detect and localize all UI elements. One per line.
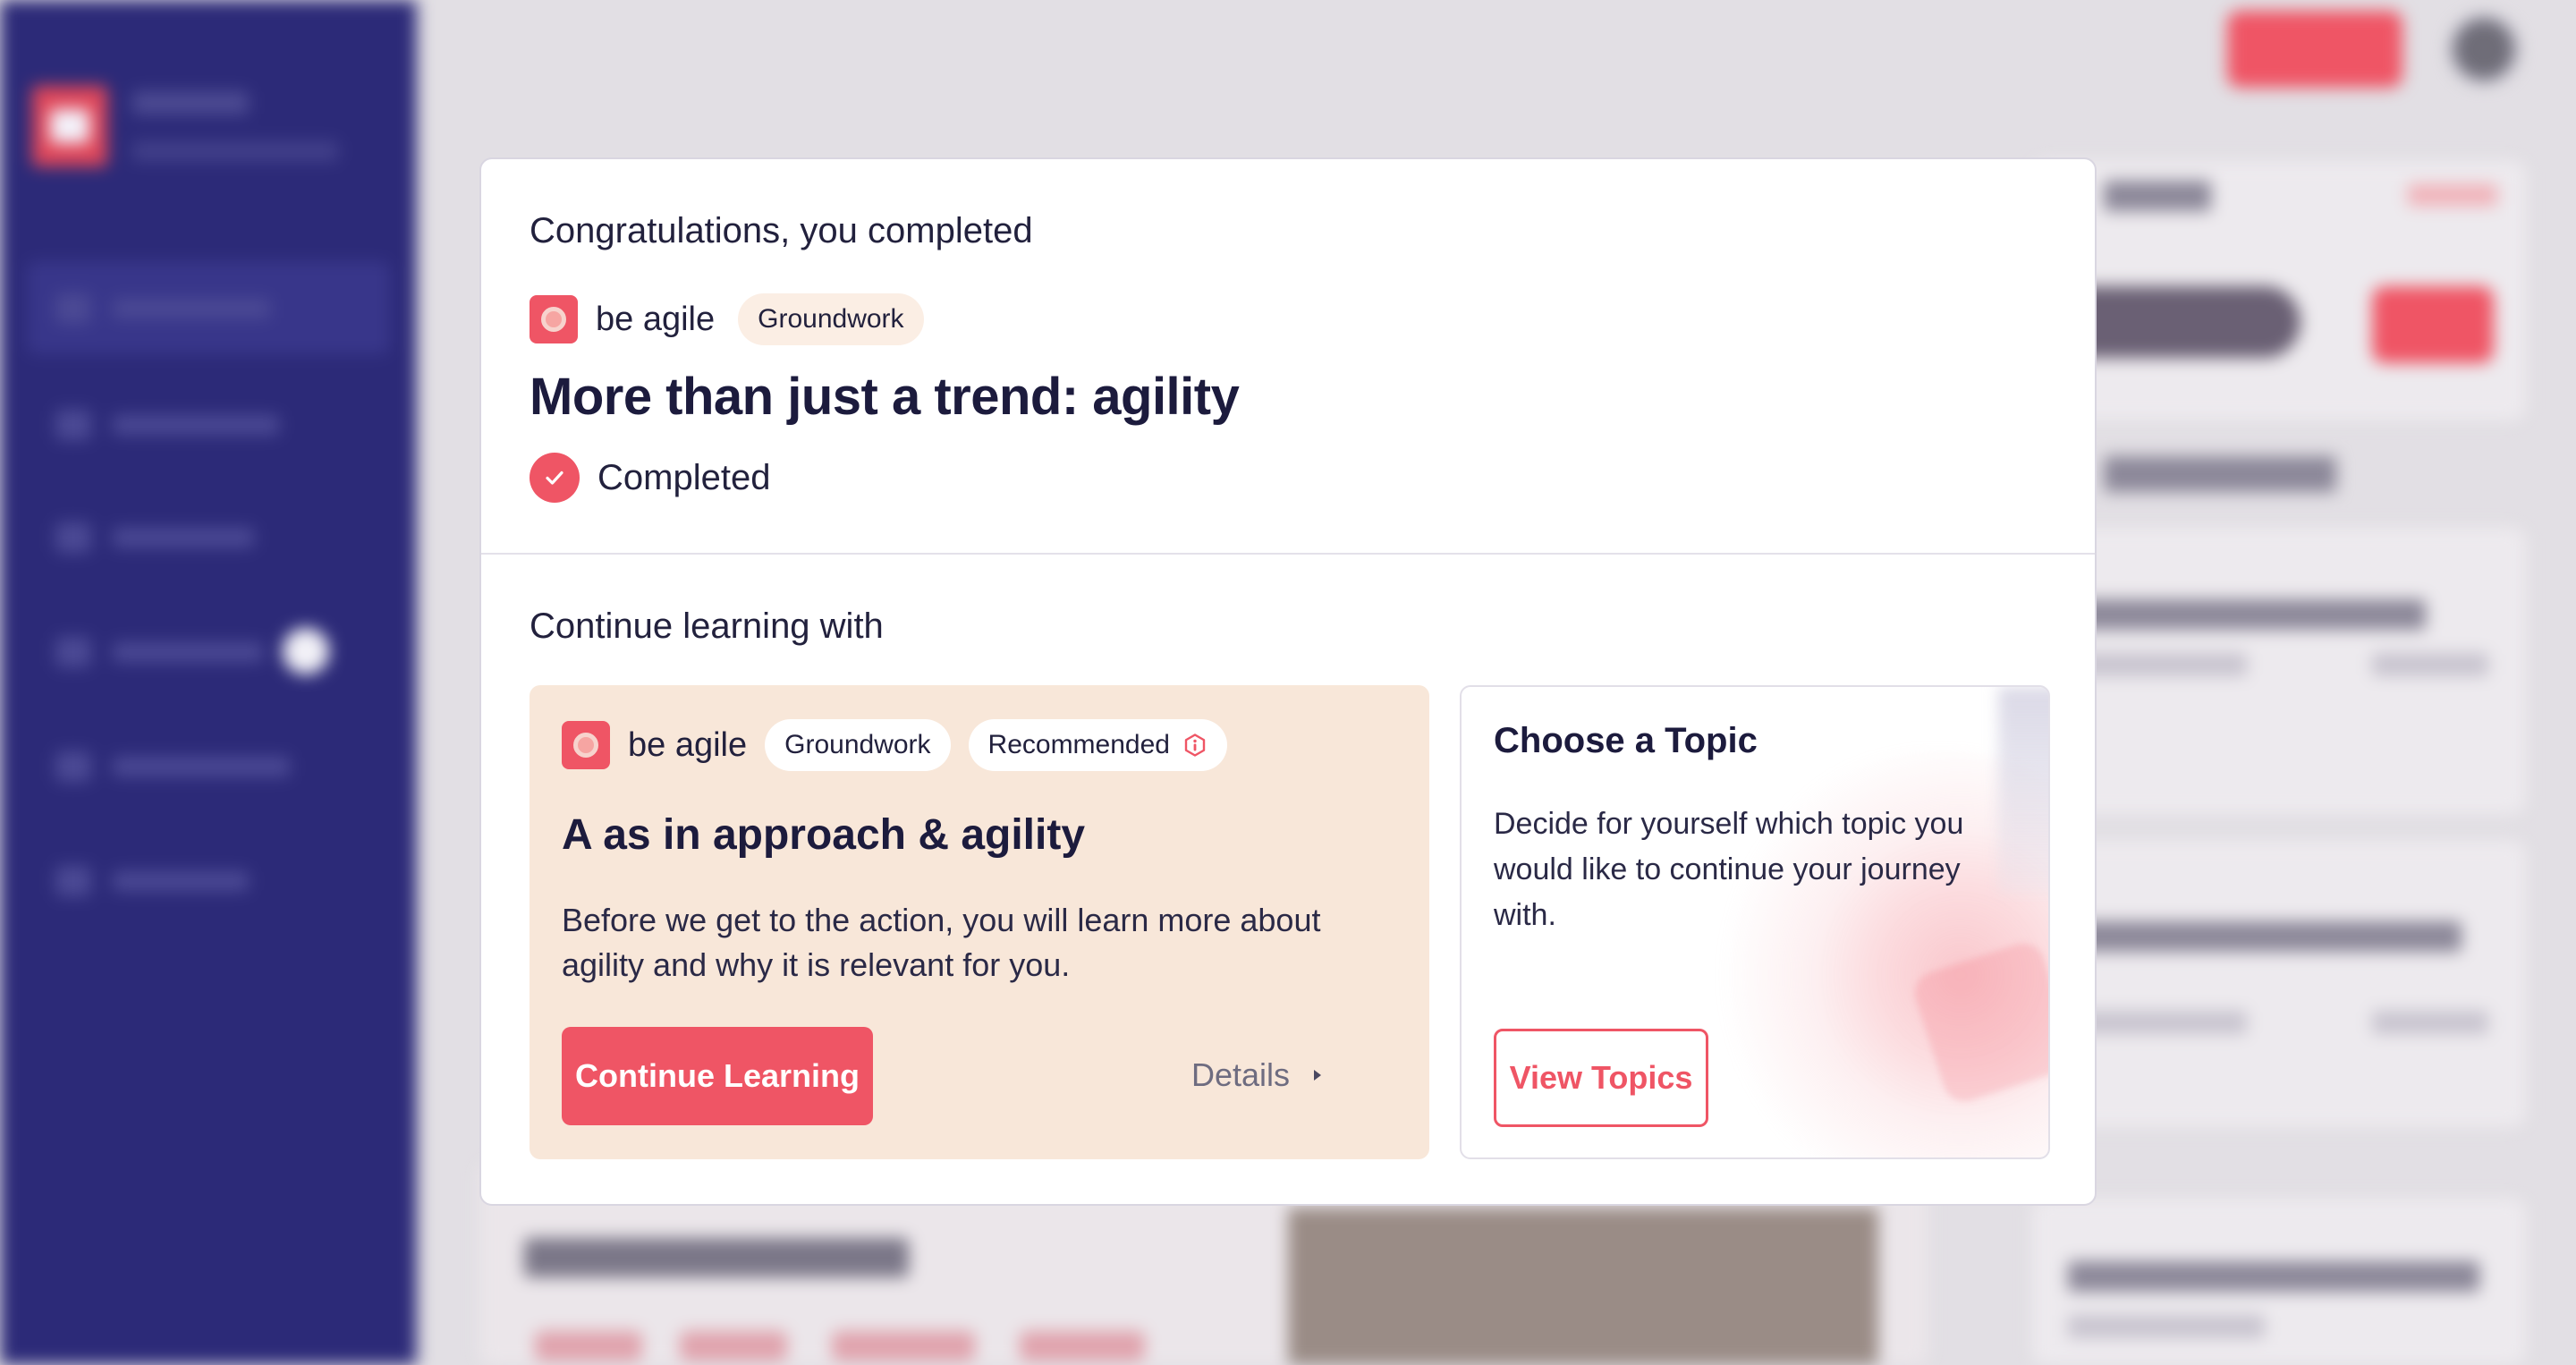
feature-chip xyxy=(832,1331,975,1361)
nav-icon xyxy=(55,751,91,782)
recommended-module-card[interactable]: be agile Groundwork Recommended A as in … xyxy=(530,685,1429,1159)
caret-right-icon xyxy=(1314,1070,1322,1081)
nav-label-placeholder xyxy=(113,528,254,547)
panel-link-placeholder xyxy=(2408,184,2497,206)
recommended-badge-label: Recommended xyxy=(987,730,1170,759)
level-chip: Groundwork xyxy=(765,719,951,771)
events-heading xyxy=(2032,429,2526,519)
nav-label-placeholder xyxy=(113,757,290,776)
choose-topic-card[interactable]: Choose a Topic Decide for yourself which… xyxy=(1460,685,2050,1159)
brand-label: be agile xyxy=(596,300,716,338)
feature-title-placeholder xyxy=(524,1238,909,1277)
nav-label-placeholder xyxy=(113,299,270,318)
details-label: Details xyxy=(1191,1056,1291,1093)
level-chip: Groundwork xyxy=(738,293,924,345)
notification-badge xyxy=(283,628,329,674)
brand-label: be agile xyxy=(628,725,748,764)
recommended-meta: be agile Groundwork Recommended xyxy=(562,719,1227,771)
congratulations-heading: Congratulations, you completed xyxy=(530,211,1033,250)
info-hexagon-icon xyxy=(1184,733,1206,757)
header-cta-button[interactable] xyxy=(2227,11,2402,88)
status-label: Completed xyxy=(597,457,771,497)
choose-topic-description: Decide for yourself which topic you woul… xyxy=(1494,807,1964,932)
event-card[interactable] xyxy=(2032,841,2526,1127)
nav-label-placeholder xyxy=(113,642,263,662)
continue-learning-heading: Continue learning with xyxy=(530,606,884,646)
event-title-placeholder xyxy=(2068,1261,2479,1292)
feature-chip xyxy=(680,1331,787,1361)
details-link[interactable]: Details xyxy=(1191,1050,1326,1100)
completed-module-title: More than just a trend: agility xyxy=(530,368,1240,426)
brand-name-placeholder xyxy=(132,91,249,114)
be-agile-logo-icon xyxy=(530,295,578,343)
view-topics-button[interactable]: View Topics xyxy=(1494,1029,1708,1127)
event-card[interactable] xyxy=(2032,528,2526,814)
event-time-placeholder xyxy=(2372,653,2488,676)
nav-label-placeholder xyxy=(113,415,279,435)
brand-subtitle-placeholder xyxy=(132,141,338,161)
nav-label-placeholder xyxy=(113,871,249,891)
completion-status: Completed xyxy=(530,453,770,503)
nav-icon xyxy=(55,637,91,667)
nav-icon xyxy=(55,293,91,324)
events-title-placeholder xyxy=(2104,456,2336,492)
completion-modal: Congratulations, you completed be agile … xyxy=(479,157,2097,1206)
be-agile-logo-icon xyxy=(562,721,610,769)
event-date-placeholder xyxy=(2068,1315,2265,1338)
continue-learning-button[interactable]: Continue Learning xyxy=(562,1027,873,1125)
event-time-placeholder xyxy=(2372,1011,2488,1034)
sidebar xyxy=(0,0,417,1365)
recommended-module-description: Before we get to the action, you will le… xyxy=(562,902,1321,983)
nav-icon xyxy=(55,866,91,896)
panel-title-placeholder xyxy=(2104,181,2211,211)
choose-topic-title: Choose a Topic xyxy=(1494,721,1758,760)
feature-chip xyxy=(1020,1331,1145,1361)
feature-photo xyxy=(1288,1208,1878,1365)
recommended-badge: Recommended xyxy=(968,719,1227,771)
module-meta: be agile Groundwork xyxy=(530,293,924,345)
nav-icon xyxy=(55,410,91,440)
check-circle-icon xyxy=(530,453,580,503)
recommended-module-title: A as in approach & agility xyxy=(562,811,1086,859)
feature-chip xyxy=(535,1331,642,1361)
app-logo xyxy=(32,86,107,166)
avatar[interactable] xyxy=(2449,14,2519,84)
completion-summary: Congratulations, you completed be agile … xyxy=(481,159,2095,555)
nav-icon xyxy=(55,522,91,553)
panel-button[interactable] xyxy=(2372,286,2494,363)
event-card[interactable] xyxy=(2032,1199,2526,1365)
event-title-placeholder xyxy=(2068,599,2426,630)
event-title-placeholder xyxy=(2068,921,2462,952)
right-panel-card xyxy=(2032,161,2526,420)
